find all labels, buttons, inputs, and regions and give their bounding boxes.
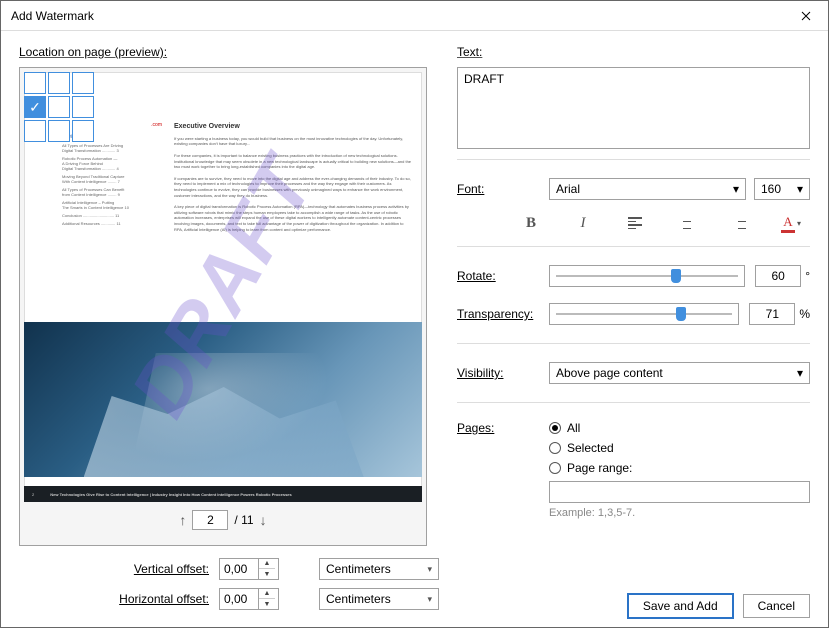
location-cell-3[interactable]: ✓: [24, 96, 46, 118]
window-title: Add Watermark: [11, 9, 94, 23]
preview-image-band: [24, 322, 422, 477]
page-number-input[interactable]: [192, 510, 228, 530]
align-left-button[interactable]: [622, 212, 648, 234]
horizontal-offset-input[interactable]: [220, 589, 258, 609]
preview-panel: .com ntents All Types of Processes Are D…: [19, 67, 427, 546]
page-range-input[interactable]: [549, 481, 810, 503]
font-size-combo[interactable]: 160 ▾: [754, 178, 810, 200]
location-cell-1[interactable]: [48, 72, 70, 94]
chevron-down-icon: ▾: [427, 594, 432, 605]
right-column: Text: Font: Arial ▾ 160 ▾ B I A ▾: [457, 31, 810, 618]
transparency-slider[interactable]: [549, 303, 739, 325]
format-toolbar: B I A ▾: [457, 208, 810, 236]
watermark-text-input[interactable]: [457, 67, 810, 149]
pager: ↑ / 11 ↓: [179, 510, 266, 530]
font-color-button[interactable]: A ▾: [778, 212, 804, 234]
preview-footer: 2 New Technologies Give Rise to Content …: [24, 486, 422, 502]
page-range-hint: Example: 1,3,5-7.: [549, 507, 810, 519]
location-cell-0[interactable]: [24, 72, 46, 94]
italic-button[interactable]: I: [570, 212, 596, 234]
radio-icon: [549, 422, 561, 434]
vertical-offset-label: Vertical offset:: [134, 562, 209, 576]
location-cell-7[interactable]: [48, 120, 70, 142]
location-cell-2[interactable]: [72, 72, 94, 94]
offset-section: Vertical offset: ▲▼ Centimeters ▾ Horizo…: [19, 558, 439, 610]
chevron-down-icon: ▾: [797, 366, 803, 380]
page-total: / 11: [234, 513, 253, 527]
chevron-down-icon: ▾: [427, 564, 432, 575]
transparency-label: Transparency:: [457, 307, 549, 321]
left-column: Location on page (preview): .com ntents …: [19, 31, 439, 618]
text-label: Text:: [457, 45, 810, 59]
preview-body: Executive Overview If you were starting …: [174, 122, 412, 232]
location-label: Location on page (preview):: [19, 45, 439, 59]
slider-thumb[interactable]: [671, 269, 681, 283]
pages-radio-selected[interactable]: Selected: [549, 441, 810, 455]
spin-down-icon[interactable]: ▼: [259, 599, 275, 609]
location-cell-6[interactable]: [24, 120, 46, 142]
vertical-offset-input[interactable]: [220, 559, 258, 579]
rotate-unit: °: [805, 269, 810, 283]
spin-up-icon[interactable]: ▲: [259, 559, 275, 569]
vertical-offset-unit-combo[interactable]: Centimeters ▾: [319, 558, 439, 580]
chevron-down-icon: ▾: [797, 182, 803, 196]
font-family-combo[interactable]: Arial ▾: [549, 178, 746, 200]
next-page-button[interactable]: ↓: [260, 512, 267, 528]
transparency-value[interactable]: 71: [749, 303, 795, 325]
horizontal-offset-unit-combo[interactable]: Centimeters ▾: [319, 588, 439, 610]
transparency-unit: %: [799, 307, 810, 321]
close-button[interactable]: [783, 1, 828, 30]
rotate-value[interactable]: 60: [755, 265, 801, 287]
rotate-slider[interactable]: [549, 265, 745, 287]
visibility-combo[interactable]: Above page content ▾: [549, 362, 810, 384]
spin-down-icon[interactable]: ▼: [259, 569, 275, 579]
visibility-label: Visibility:: [457, 366, 549, 380]
close-icon: [801, 11, 811, 21]
pages-radio-range[interactable]: Page range:: [549, 461, 810, 475]
location-cell-4[interactable]: [48, 96, 70, 118]
horizontal-offset-spinner[interactable]: ▲▼: [219, 588, 279, 610]
rotate-label: Rotate:: [457, 269, 549, 283]
chevron-down-icon: ▾: [797, 219, 801, 228]
location-cell-8[interactable]: [72, 120, 94, 142]
pages-radio-group: All Selected Page range:: [549, 421, 810, 475]
radio-icon: [549, 442, 561, 454]
bold-button[interactable]: B: [518, 212, 544, 234]
pages-radio-all[interactable]: All: [549, 421, 810, 435]
cancel-button[interactable]: Cancel: [743, 594, 810, 618]
align-center-button[interactable]: [674, 212, 700, 234]
font-label: Font:: [457, 182, 549, 196]
pages-label: Pages:: [457, 421, 549, 435]
location-grid: ✓: [24, 72, 94, 142]
vertical-offset-spinner[interactable]: ▲▼: [219, 558, 279, 580]
radio-icon: [549, 462, 561, 474]
save-and-add-button[interactable]: Save and Add: [628, 594, 733, 618]
prev-page-button[interactable]: ↑: [179, 512, 186, 528]
spin-up-icon[interactable]: ▲: [259, 589, 275, 599]
chevron-down-icon: ▾: [733, 182, 739, 196]
slider-thumb[interactable]: [676, 307, 686, 321]
dialog-buttons: Save and Add Cancel: [457, 568, 810, 618]
titlebar: Add Watermark: [1, 1, 828, 31]
align-right-button[interactable]: [726, 212, 752, 234]
horizontal-offset-label: Horizontal offset:: [119, 592, 209, 606]
location-cell-5[interactable]: [72, 96, 94, 118]
